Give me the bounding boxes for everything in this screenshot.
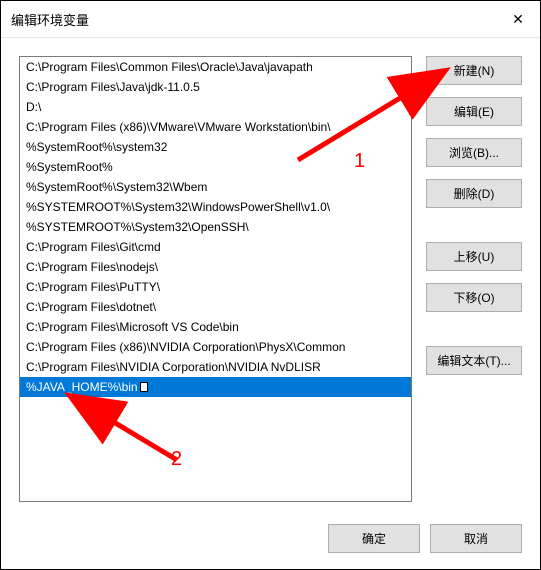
ok-button[interactable]: 确定 (328, 524, 420, 553)
path-list-item[interactable]: C:\Program Files\Common Files\Oracle\Jav… (20, 57, 411, 77)
content-area: C:\Program Files\Common Files\Oracle\Jav… (1, 38, 540, 512)
path-list-item[interactable]: C:\Program Files\Java\jdk-11.0.5 (20, 77, 411, 97)
edit-cursor-icon (140, 382, 148, 392)
path-list-item[interactable]: C:\Program Files\NVIDIA Corporation\NVID… (20, 357, 411, 377)
side-button-panel: 新建(N) 编辑(E) 浏览(B)... 删除(D) 上移(U) 下移(O) 编… (426, 56, 522, 502)
path-list-item[interactable]: C:\Program Files (x86)\NVIDIA Corporatio… (20, 337, 411, 357)
close-icon: ✕ (512, 11, 524, 28)
annotation-label-1: 1 (354, 150, 365, 173)
annotation-label-2: 2 (171, 448, 182, 471)
path-list-item[interactable]: C:\Program Files\PuTTY\ (20, 277, 411, 297)
path-list-item[interactable]: %SYSTEMROOT%\System32\OpenSSH\ (20, 217, 411, 237)
path-list-item[interactable]: C:\Program Files (x86)\VMware\VMware Wor… (20, 117, 411, 137)
close-button[interactable]: ✕ (506, 7, 530, 31)
move-up-button[interactable]: 上移(U) (426, 242, 522, 271)
new-button[interactable]: 新建(N) (426, 56, 522, 85)
footer: 确定 取消 (1, 512, 540, 569)
window-title: 编辑环境变量 (11, 10, 89, 29)
browse-button[interactable]: 浏览(B)... (426, 138, 522, 167)
path-list-item[interactable]: %SYSTEMROOT%\System32\WindowsPowerShell\… (20, 197, 411, 217)
move-down-button[interactable]: 下移(O) (426, 283, 522, 312)
path-list-item[interactable]: %JAVA_HOME%\bin (20, 377, 411, 397)
path-list-item[interactable]: C:\Program Files\nodejs\ (20, 257, 411, 277)
path-list-item[interactable]: %SystemRoot% (20, 157, 411, 177)
path-list-item[interactable]: D:\ (20, 97, 411, 117)
path-list-item[interactable]: C:\Program Files\Git\cmd (20, 237, 411, 257)
path-list-item[interactable]: C:\Program Files\Microsoft VS Code\bin (20, 317, 411, 337)
edit-text-button[interactable]: 编辑文本(T)... (426, 346, 522, 375)
delete-button[interactable]: 删除(D) (426, 179, 522, 208)
titlebar: 编辑环境变量 ✕ (1, 1, 540, 38)
path-list[interactable]: C:\Program Files\Common Files\Oracle\Jav… (19, 56, 412, 502)
path-list-item[interactable]: %SystemRoot%\system32 (20, 137, 411, 157)
path-list-item[interactable]: C:\Program Files\dotnet\ (20, 297, 411, 317)
path-list-item[interactable]: %SystemRoot%\System32\Wbem (20, 177, 411, 197)
cancel-button[interactable]: 取消 (430, 524, 522, 553)
edit-button[interactable]: 编辑(E) (426, 97, 522, 126)
dialog-window: 编辑环境变量 ✕ C:\Program Files\Common Files\O… (0, 0, 541, 570)
